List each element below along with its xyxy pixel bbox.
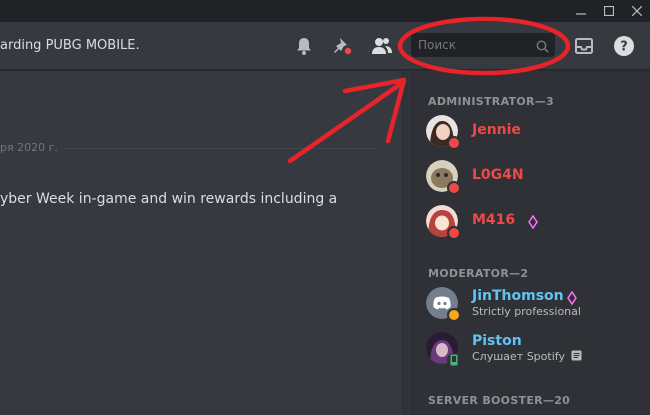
- avatar: [426, 160, 461, 195]
- member-m416[interactable]: M416: [426, 201, 646, 241]
- date-divider-line: [60, 148, 378, 149]
- member-name: L0G4N: [472, 167, 524, 183]
- member-jennie[interactable]: Jennie: [426, 111, 646, 151]
- maximize-icon[interactable]: [594, 0, 624, 22]
- category-administrator: ADMINISTRATOR—3: [428, 95, 555, 108]
- member-activity: Слушает Spotify: [472, 350, 582, 363]
- member-list: ADMINISTRATOR—3 Jennie L0G4N M416 MODERA…: [410, 71, 650, 415]
- channel-topic[interactable]: arding PUBG MOBILE.: [0, 38, 140, 53]
- svg-text:?: ?: [620, 40, 628, 55]
- chat-area: ря 2020 г. yber Week in-game and win rew…: [0, 71, 400, 415]
- inbox-icon[interactable]: [572, 34, 596, 58]
- search-input[interactable]: Поиск: [411, 33, 555, 57]
- member-name: Jennie: [472, 122, 521, 138]
- avatar: [426, 332, 461, 367]
- avatar: [426, 205, 461, 240]
- mobile-status-icon: [447, 353, 461, 367]
- category-moderator: MODERATOR—2: [428, 267, 529, 280]
- avatar: [426, 115, 461, 150]
- member-name: JinThomson: [472, 288, 564, 304]
- idle-status-icon: [447, 308, 461, 322]
- avatar: [426, 287, 461, 322]
- member-activity-text: Слушает Spotify: [472, 350, 565, 363]
- help-icon[interactable]: ?: [612, 34, 636, 58]
- window-title-bar: [0, 0, 650, 22]
- close-icon[interactable]: [622, 0, 650, 22]
- search-icon: [536, 38, 549, 57]
- category-server-booster: SERVER BOOSTER—20: [428, 394, 571, 407]
- rich-presence-icon: [571, 350, 582, 361]
- bell-icon[interactable]: [292, 34, 316, 58]
- search-placeholder: Поиск: [418, 38, 457, 52]
- dnd-status-icon: [447, 181, 461, 195]
- members-icon[interactable]: [370, 34, 394, 58]
- minimize-icon[interactable]: [566, 0, 596, 22]
- pin-icon[interactable]: [331, 34, 355, 58]
- member-piston[interactable]: Piston Слушает Spotify: [426, 328, 646, 368]
- dnd-status-icon: [447, 136, 461, 150]
- channel-header: arding PUBG MOBILE. Поиск ?: [0, 22, 650, 70]
- member-custom-status: Strictly professional: [472, 305, 581, 318]
- chat-scrollbar[interactable]: [401, 71, 409, 415]
- booster-icon: [528, 214, 538, 233]
- member-jinthomson[interactable]: JinThomson Strictly professional: [426, 283, 646, 323]
- dnd-status-icon: [447, 226, 461, 240]
- message-text[interactable]: yber Week in-game and win rewards includ…: [0, 191, 337, 207]
- date-divider: ря 2020 г.: [0, 141, 64, 154]
- member-name: M416: [472, 212, 516, 228]
- member-name: Piston: [472, 333, 522, 349]
- member-l0g4n[interactable]: L0G4N: [426, 156, 646, 196]
